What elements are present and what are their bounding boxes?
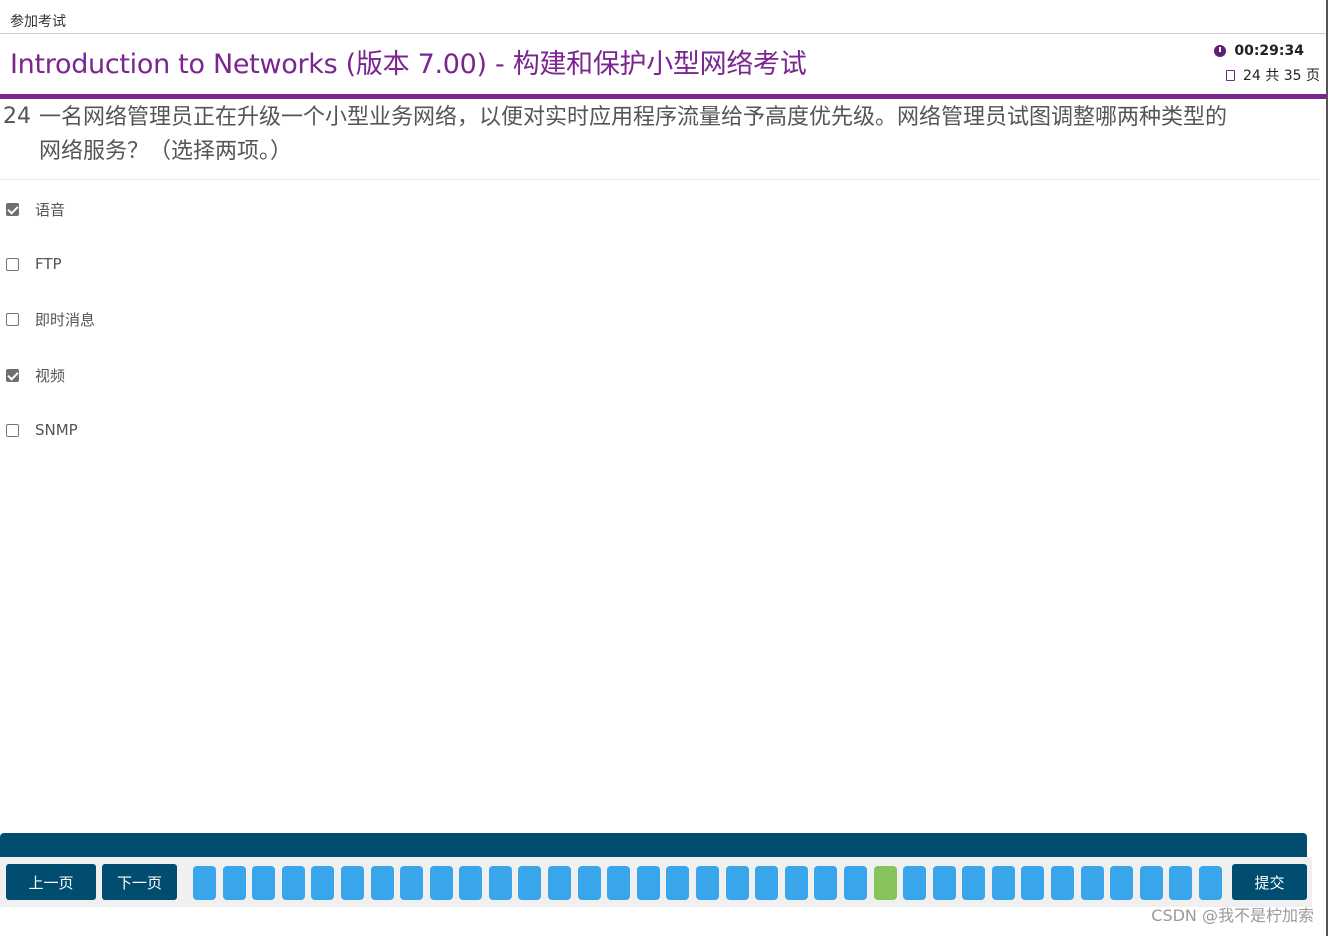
page-nav-item-35[interactable]: [1199, 866, 1222, 900]
question-number: 24: [3, 104, 31, 129]
option-3[interactable]: 即时消息: [6, 309, 95, 329]
breadcrumb[interactable]: 参加考试: [10, 11, 66, 31]
page-nav-item-11[interactable]: [488, 866, 512, 900]
page-nav-item-6[interactable]: [340, 866, 364, 900]
page-nav-item-8[interactable]: [400, 866, 424, 900]
page-nav-item-22[interactable]: [814, 866, 838, 900]
page-nav-item-3[interactable]: [252, 866, 276, 900]
option-4-checkbox[interactable]: [6, 368, 19, 382]
page-nav-item-1[interactable]: [193, 866, 216, 900]
page-nav-item-15[interactable]: [607, 866, 631, 900]
navigation-footer: 上一页 下一页 提交: [0, 857, 1312, 907]
question-text: 一名网络管理员正在升级一个小型业务网络，以便对实时应用程序流量给予高度优先级。网…: [39, 105, 1228, 164]
option-2-label[interactable]: FTP: [35, 255, 62, 273]
page-nav-item-18[interactable]: [696, 866, 719, 900]
watermark: CSDN @我不是柠加索: [1151, 906, 1314, 925]
page-nav-item-12[interactable]: [518, 866, 542, 900]
page-nav-item-33[interactable]: [1139, 866, 1163, 900]
option-5-label[interactable]: SNMP: [35, 421, 78, 439]
page-nav-item-5[interactable]: [311, 866, 335, 900]
option-1-checkbox[interactable]: [6, 202, 19, 216]
page-nav-item-2[interactable]: [222, 866, 246, 900]
option-4-label[interactable]: 视频: [35, 365, 65, 386]
exam-header: Introduction to Networks (版本 7.00) - 构建和…: [0, 34, 1328, 94]
option-3-label[interactable]: 即时消息: [35, 309, 95, 330]
page-counter-text: 24 共 35 页: [1243, 68, 1320, 84]
page-title: Introduction to Networks (版本 7.00) - 构建和…: [10, 49, 807, 80]
page-nav-item-34[interactable]: [1169, 866, 1193, 900]
page-nav-item-26[interactable]: [932, 866, 956, 900]
page-nav-item-23[interactable]: [843, 866, 867, 900]
page-nav-item-25[interactable]: [903, 866, 927, 900]
timer: 00:29:34: [1214, 43, 1304, 59]
page-nav-item-13[interactable]: [548, 866, 572, 900]
page-nav-item-32[interactable]: [1110, 866, 1134, 900]
footer-band: [0, 833, 1307, 857]
option-3-checkbox[interactable]: [6, 312, 19, 326]
option-4[interactable]: 视频: [6, 365, 65, 385]
option-5-checkbox[interactable]: [6, 423, 19, 437]
page-nav-item-19[interactable]: [725, 866, 749, 900]
page-nav-item-4[interactable]: [281, 866, 305, 900]
top-bar: 参加考试: [0, 0, 1328, 34]
page-nav-item-17[interactable]: [666, 866, 690, 900]
page-nav-item-10[interactable]: [459, 866, 483, 900]
page-nav-item-16[interactable]: [636, 866, 660, 900]
question-block: 24 一名网络管理员正在升级一个小型业务网络，以便对实时应用程序流量给予高度优先…: [0, 101, 1320, 180]
option-1[interactable]: 语音: [6, 199, 65, 219]
next-button[interactable]: 下一页: [102, 864, 177, 900]
page-nav-item-9[interactable]: [429, 866, 453, 900]
page-counter: 24 共 35 页: [1226, 65, 1320, 85]
page-nav-item-24[interactable]: [873, 866, 897, 900]
option-1-label[interactable]: 语音: [35, 199, 65, 220]
option-2[interactable]: FTP: [6, 254, 62, 274]
page-nav-item-21[interactable]: [784, 866, 808, 900]
page-nav-item-31[interactable]: [1080, 866, 1104, 900]
timer-value: 00:29:34: [1234, 43, 1304, 59]
option-5[interactable]: SNMP: [6, 420, 78, 440]
option-2-checkbox[interactable]: [6, 257, 19, 271]
prev-button[interactable]: 上一页: [6, 864, 96, 900]
page-nav-item-28[interactable]: [991, 866, 1015, 900]
page-nav-item-7[interactable]: [370, 866, 394, 900]
page-nav-item-30[interactable]: [1051, 866, 1075, 900]
page-nav-item-29[interactable]: [1021, 866, 1045, 900]
page-nav-item-14[interactable]: [577, 866, 601, 900]
page-nav-item-27[interactable]: [962, 866, 986, 900]
accent-divider: [0, 94, 1328, 99]
clock-icon: [1214, 45, 1227, 57]
page-nav-item-20[interactable]: [755, 866, 779, 900]
page-icon: [1226, 69, 1236, 81]
submit-button[interactable]: 提交: [1232, 864, 1307, 900]
